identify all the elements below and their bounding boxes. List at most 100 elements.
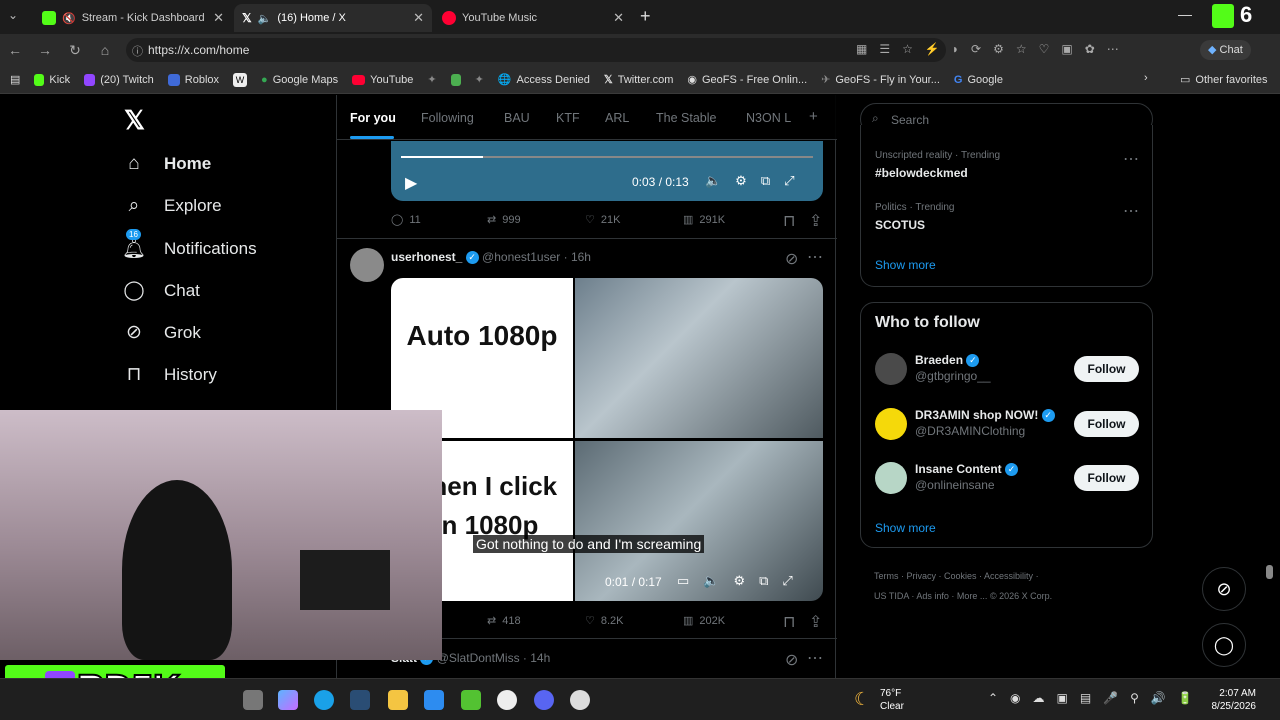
avatar[interactable] — [875, 408, 907, 440]
follow-suggestion[interactable]: DR3AMIN shop NOW! ✓ @DR3AMINClothing — [915, 408, 1055, 438]
footer-link[interactable]: Accessibility — [984, 571, 1033, 581]
copilot-app-icon[interactable] — [278, 690, 298, 710]
chat-float-button[interactable]: ◯ — [1202, 623, 1246, 667]
weather-widget[interactable]: 76°F Clear — [880, 687, 904, 713]
view-count[interactable]: ▥ 291K — [683, 213, 725, 227]
video-controls-icons[interactable]: 🔈⚙⧉⤢ — [705, 173, 809, 189]
footer-link[interactable]: Privacy — [907, 571, 937, 581]
nav-notifications[interactable]: 🔔︎ 16 Notifications — [122, 229, 257, 261]
tab-the-stable[interactable]: The Stable — [656, 111, 716, 125]
bookmark-twitch[interactable]: (20) Twitch — [84, 73, 154, 86]
footer-link[interactable]: US TIDA — [874, 591, 909, 601]
copilot-chat-button[interactable]: ◆ Chat — [1200, 40, 1251, 60]
like-count[interactable]: ♡ 8.2K — [585, 614, 624, 628]
more-options-icon[interactable]: ⋯ — [807, 247, 823, 267]
reply-count[interactable]: ◯ 11 — [391, 213, 421, 227]
home-browser-icon[interactable]: ⌂ — [90, 42, 120, 58]
bookmark-geofs-free[interactable]: ◉ GeoFS - Free Onlin... — [687, 73, 807, 87]
minecraft-icon[interactable] — [461, 690, 481, 710]
progress-track[interactable] — [401, 156, 813, 158]
back-icon[interactable]: ← — [0, 42, 30, 58]
nav-history[interactable]: ⊓ History — [122, 363, 217, 386]
nav-grok[interactable]: ⊘ Grok — [122, 321, 201, 344]
footer-link[interactable]: Ads info — [916, 591, 949, 601]
obs-icon[interactable] — [497, 690, 517, 710]
edge-icon[interactable] — [314, 690, 334, 710]
nav-chat[interactable]: ◯ Chat — [122, 279, 200, 302]
tab-x-home[interactable]: 𝕏 🔈 (16) Home / X ✕ — [234, 4, 432, 32]
share-icon[interactable]: ⇪ — [809, 612, 822, 632]
close-tab-icon[interactable]: ✕ — [613, 10, 624, 26]
show-more-link[interactable]: Show more — [875, 258, 936, 272]
steam-icon[interactable] — [350, 690, 370, 710]
follow-button[interactable]: Follow — [1074, 411, 1139, 437]
bookmark-youtube[interactable]: YouTube — [352, 74, 413, 86]
bookmark-icon-only[interactable]: ✦ — [475, 73, 484, 86]
add-tab-button[interactable]: + — [809, 108, 818, 125]
footer-link[interactable]: Cookies — [944, 571, 977, 581]
grok-float-button[interactable]: ⊘ — [1202, 567, 1246, 611]
site-info-icon[interactable]: ⓘ — [132, 43, 143, 59]
bookmark-access-denied[interactable]: 🌐 Access Denied — [498, 73, 590, 87]
new-tab-button[interactable]: + — [640, 6, 651, 27]
url-field[interactable]: ⓘ https://x.com/home — [126, 38, 946, 62]
follow-suggestion[interactable]: Braeden ✓ @gtbgringo__ — [915, 353, 991, 383]
author-name[interactable]: userhonest_ — [391, 250, 462, 264]
close-tab-icon[interactable]: ✕ — [213, 10, 224, 26]
repost-count[interactable]: ⇄ 418 — [487, 614, 521, 628]
follow-button[interactable]: Follow — [1074, 465, 1139, 491]
bookmark-icon-only[interactable]: ✦ — [427, 73, 436, 86]
view-count[interactable]: ▥ 202K — [683, 614, 725, 628]
clock[interactable]: 2:07 AM 8/25/2026 — [1198, 687, 1257, 713]
nav-home[interactable]: ⌂ Home — [122, 153, 211, 175]
system-tray-icons[interactable]: ⌃◉☁▣▤🎤⚲🔊🔋 — [988, 691, 1205, 705]
discord-icon[interactable] — [534, 690, 554, 710]
tab-arl[interactable]: ARL — [605, 111, 629, 125]
tab-n3on[interactable]: N3ON L — [746, 111, 791, 125]
bookmark-icon-only[interactable] — [450, 73, 461, 86]
tab-bau[interactable]: BAU — [504, 111, 530, 125]
minimize-icon[interactable]: — — [1178, 6, 1192, 22]
bookmark-icon[interactable]: ⊓ — [783, 612, 795, 632]
more-options-icon[interactable]: ⋯ — [807, 648, 823, 668]
trend-topic[interactable]: #belowdeckmed — [875, 166, 968, 180]
footer-link[interactable]: More ... — [957, 591, 988, 601]
other-favorites[interactable]: ▭ Other favorites — [1180, 73, 1268, 87]
tab-for-you[interactable]: For you — [350, 111, 396, 125]
avatar[interactable] — [350, 248, 384, 282]
footer-link[interactable]: Terms — [874, 571, 899, 581]
bookmark-w[interactable]: W — [233, 72, 248, 87]
bookmark-roblox[interactable]: Roblox — [167, 73, 219, 86]
bookmark-twitter[interactable]: 𝕏 Twitter.com — [604, 73, 674, 87]
forward-icon[interactable]: → — [30, 42, 60, 58]
file-icon[interactable] — [243, 690, 263, 710]
share-icon[interactable]: ⇪ — [809, 211, 822, 231]
tab-ktf[interactable]: KTF — [556, 111, 580, 125]
author-handle[interactable]: @SlatDontMiss — [437, 651, 520, 665]
grok-explain-icon[interactable]: ⊘ — [785, 249, 798, 269]
show-more-link[interactable]: Show more — [875, 521, 936, 535]
more-options-icon[interactable]: ⋯ — [1123, 149, 1139, 169]
store-icon[interactable] — [424, 690, 444, 710]
like-count[interactable]: ♡ 21K — [585, 213, 620, 227]
file-explorer-icon[interactable] — [388, 690, 408, 710]
avatar[interactable] — [875, 353, 907, 385]
grok-explain-icon[interactable]: ⊘ — [785, 650, 798, 670]
tab-kick-dashboard[interactable]: 🔇 Stream - Kick Dashboard ✕ — [34, 4, 232, 32]
avatar[interactable] — [875, 462, 907, 494]
video-controls-icons[interactable]: ▭🔈⚙⧉⤢ — [677, 573, 807, 589]
scrollbar-thumb[interactable] — [1266, 565, 1273, 579]
bookmark-kick[interactable]: Kick — [34, 73, 70, 86]
video-player[interactable]: ▶ 0:03 / 0:13 🔈⚙⧉⤢ — [391, 141, 823, 201]
tab-actions-menu-icon[interactable]: ⌄ — [8, 8, 18, 22]
refresh-icon[interactable]: ↻ — [60, 42, 90, 59]
bookmark-geofs-fly[interactable]: ✈ GeoFS - Fly in Your... — [821, 73, 940, 87]
post-video[interactable]: Auto 1080p When I click on 1080p Got not… — [391, 278, 823, 601]
nav-explore[interactable]: ⌕ Explore — [122, 195, 222, 217]
x-logo-icon[interactable]: 𝕏 — [124, 105, 145, 136]
repost-count[interactable]: ⇄ 999 — [487, 213, 521, 227]
play-icon[interactable]: ▶ — [405, 173, 417, 193]
more-options-icon[interactable]: ⋯ — [1123, 201, 1139, 221]
bookmark-menu-icon[interactable]: ▤ — [10, 73, 20, 86]
bookmark-google-maps[interactable]: ● Google Maps — [261, 74, 338, 86]
